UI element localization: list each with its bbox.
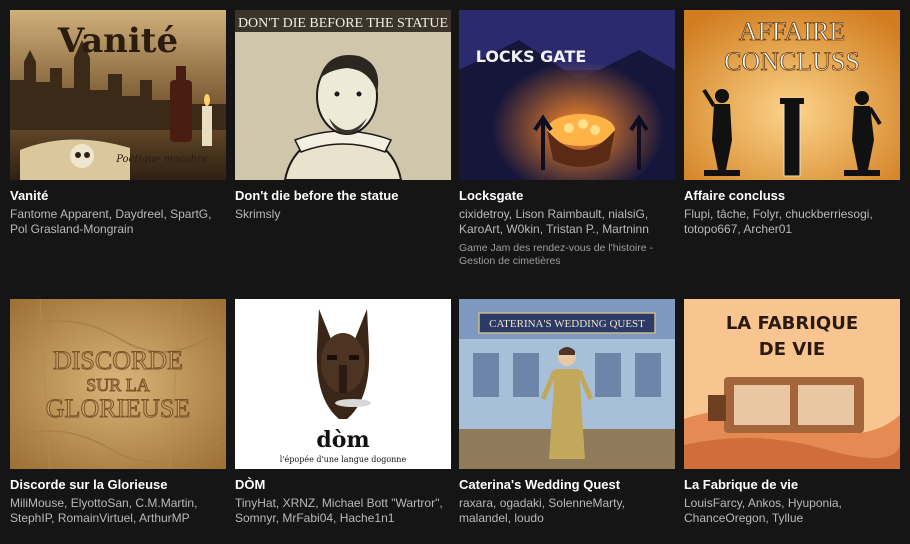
cover-heading-line2: SUR LA [86,375,150,395]
author-link[interactable]: Hache1n1 [340,511,395,525]
cover-heading: CATERINA'S WEDDING QUEST [489,318,645,330]
game-title[interactable]: DÒM [235,477,451,493]
game-authors: cixidetroy, Lison Raimbault, nialsiG, Ka… [459,207,649,236]
author-link[interactable]: Archer01 [743,222,792,236]
game-title[interactable]: Don't die before the statue [235,188,451,204]
cover-art-fabrique: LA FABRIQUE DE VIE [684,299,900,469]
game-cover-image[interactable]: AFFAIRE CONCLUSS [684,10,900,180]
author-link[interactable]: Tristan P. [546,222,595,236]
author-link[interactable]: Michael Bott "Wartror" [322,496,439,510]
author-link[interactable]: malandel [459,511,508,525]
game-cover-image[interactable]: DISCORDE SUR LA GLORIEUSE [10,299,226,469]
game-cover-image[interactable]: LA FABRIQUE DE VIE [684,299,900,469]
game-cover-image[interactable]: dòm l'épopée d'une langue dogonne [235,299,451,469]
author-link[interactable]: LouisFarcy [684,496,742,510]
game-cell[interactable]: dòm l'épopée d'une langue dogonne DÒM Ti… [235,299,451,526]
cover-art-locksgate: LOCKS GATE [459,10,675,180]
cover-art-affaire: AFFAIRE CONCLUSS [684,10,900,180]
author-link[interactable]: Lison Raimbault [515,207,601,221]
author-link[interactable]: Tyllue [772,511,803,525]
game-cell[interactable]: LA FABRIQUE DE VIE La Fabrique de vie Lo… [684,299,900,526]
game-title[interactable]: Discorde sur la Glorieuse [10,477,226,493]
author-link[interactable]: ElyottoSan [71,496,129,510]
author-link[interactable]: C.M.Martin [135,496,194,510]
cover-art-dom: dòm l'épopée d'une langue dogonne [235,299,451,469]
game-title[interactable]: Affaire concluss [684,188,900,204]
game-cover-image[interactable]: DON'T DIE BEFORE THE STATUE [235,10,451,180]
game-cell[interactable]: AFFAIRE CONCLUSS Affaire concluss Flupi,… [684,10,900,237]
author-link[interactable]: SolenneMarty [548,496,621,510]
cover-heading-line1: AFFAIRE [739,17,845,46]
cover-heading: dòm [316,427,369,453]
game-cell[interactable]: CATERINA'S WEDDING QUEST Caterina's Wedd… [459,299,675,526]
game-title[interactable]: Locksgate [459,188,675,204]
cover-heading: DON'T DIE BEFORE THE STATUE [238,16,448,31]
game-jam-label: Game Jam des rendez-vous de l'histoire -… [459,242,654,267]
game-authors: Flupi, tâche, Folyr, chuckberriesogi, to… [684,207,873,236]
author-link[interactable]: Hyuponia [788,496,839,510]
cover-heading-line2: DE VIE [759,339,825,360]
author-link[interactable]: TinyHat [235,496,276,510]
author-link[interactable]: chuckberriesogi [785,207,869,221]
author-link[interactable]: RomainVirtuel [58,511,133,525]
cover-heading-line3: GLORIEUSE [46,394,190,423]
cover-subtitle: l'épopée d'une langue dogonne [280,455,407,464]
game-authors: raxara, ogadaki, SolenneMarty, malandel,… [459,496,625,525]
game-cell[interactable]: Vanité Poétique macabre Vanité Fantome A… [10,10,226,237]
author-link[interactable]: ogadaki [500,496,542,510]
cover-heading-line1: LA FABRIQUE [726,313,858,334]
cover-subtitle: Poétique macabre [115,154,208,165]
author-link[interactable]: Daydreel [115,207,163,221]
author-link[interactable]: Flupi [684,207,710,221]
cover-art-caterina: CATERINA'S WEDDING QUEST [459,299,675,469]
cover-heading: LOCKS GATE [476,47,587,66]
author-link[interactable]: XRNZ [283,496,316,510]
game-cell[interactable]: DON'T DIE BEFORE THE STATUE Don't die be… [235,10,451,222]
author-link[interactable]: SpartG [170,207,208,221]
game-authors: LouisFarcy, Ankos, Hyuponia, ChanceOrego… [684,496,842,525]
author-link[interactable]: MrFabi04 [282,511,333,525]
author-link[interactable]: Fantome Apparent [10,207,109,221]
game-title[interactable]: Vanité [10,188,226,204]
game-cell[interactable]: LOCKS GATE Locksgate cixidetroy, Lison R… [459,10,675,268]
author-link[interactable]: KaroArt [459,222,500,236]
game-cell[interactable]: DISCORDE SUR LA GLORIEUSE Discorde sur l… [10,299,226,526]
cover-art-statue: DON'T DIE BEFORE THE STATUE [235,10,451,180]
game-authors: TinyHat, XRNZ, Michael Bott "Wartror", S… [235,496,443,525]
author-link[interactable]: tâche [717,207,746,221]
game-cover-image[interactable]: LOCKS GATE [459,10,675,180]
author-link[interactable]: totopo667 [684,222,737,236]
author-link[interactable]: W0kin [506,222,539,236]
game-authors: MiliMouse, ElyottoSan, C.M.Martin, Steph… [10,496,198,525]
cover-art-vanite: Vanité Poétique macabre [10,10,226,180]
author-link[interactable]: loudo [514,511,543,525]
author-link[interactable]: Skrimsly [235,207,280,221]
author-link[interactable]: raxara [459,496,493,510]
author-link[interactable]: nialsiG [608,207,645,221]
cover-heading-line1: DISCORDE [53,346,183,375]
game-cover-image[interactable]: CATERINA'S WEDDING QUEST [459,299,675,469]
author-link[interactable]: ChanceOregon [684,511,765,525]
author-link[interactable]: Somnyr [235,511,276,525]
game-authors: Skrimsly [235,207,451,222]
game-title[interactable]: La Fabrique de vie [684,477,900,493]
author-link[interactable]: cixidetroy [459,207,509,221]
author-link[interactable]: Martninn [602,222,649,236]
author-link[interactable]: ArthurMP [139,511,190,525]
author-link[interactable]: StephIP [10,511,51,525]
author-link[interactable]: Pol Grasland-Mongrain [10,222,133,236]
game-title[interactable]: Caterina's Wedding Quest [459,477,675,493]
cover-heading-line2: CONCLUSS [724,47,860,76]
author-link[interactable]: Ankos [748,496,781,510]
game-grid: Vanité Poétique macabre Vanité Fantome A… [0,0,910,544]
author-link[interactable]: Folyr [753,207,779,221]
author-link[interactable]: MiliMouse [10,496,64,510]
cover-heading: Vanité [57,21,178,61]
game-cover-image[interactable]: Vanité Poétique macabre [10,10,226,180]
game-authors: Fantome Apparent, Daydreel, SpartG, Pol … [10,207,212,236]
cover-art-discorde: DISCORDE SUR LA GLORIEUSE [10,299,226,469]
